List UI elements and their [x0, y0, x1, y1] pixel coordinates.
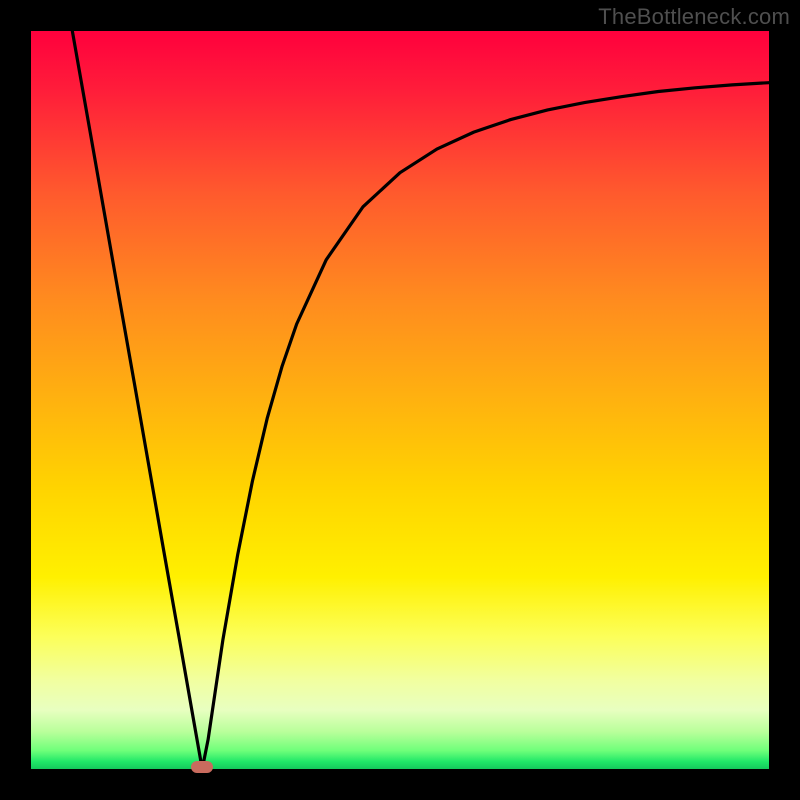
- plot-area: [31, 31, 769, 769]
- chart-frame: TheBottleneck.com: [0, 0, 800, 800]
- watermark-text: TheBottleneck.com: [598, 4, 790, 30]
- bottleneck-curve: [31, 31, 769, 769]
- minimum-marker: [191, 761, 213, 773]
